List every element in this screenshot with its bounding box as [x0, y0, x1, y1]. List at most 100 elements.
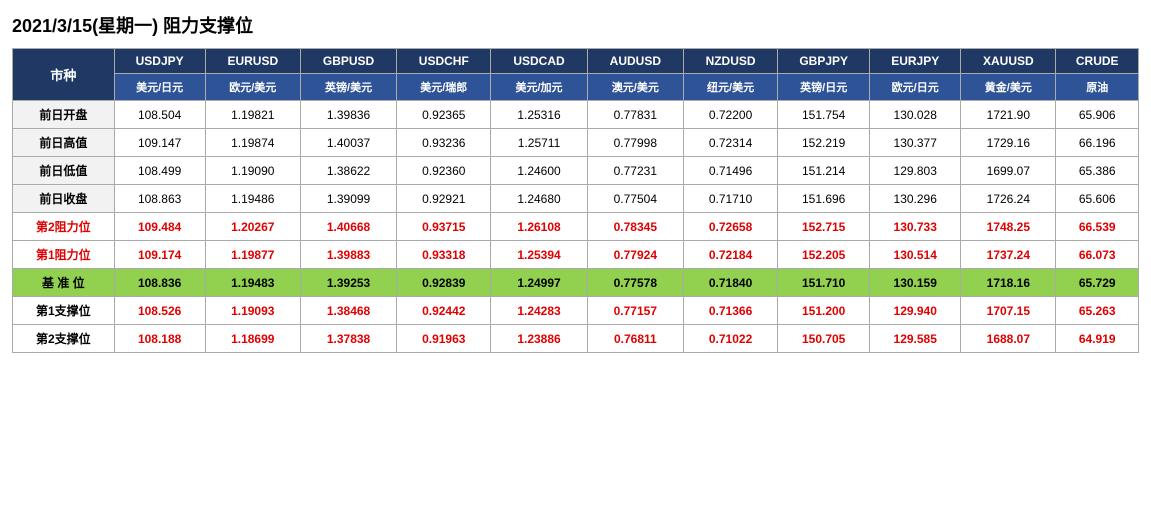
col-sub-gbpusd: 英镑/美元 — [300, 74, 396, 101]
cell-value: 109.147 — [114, 129, 205, 157]
cell-value: 1.23886 — [491, 325, 587, 353]
cell-value: 109.174 — [114, 241, 205, 269]
cell-value: 1.24283 — [491, 297, 587, 325]
cell-value: 129.940 — [870, 297, 961, 325]
cell-value: 66.196 — [1056, 129, 1139, 157]
cell-value: 1.18699 — [205, 325, 300, 353]
cell-value: 108.504 — [114, 101, 205, 129]
cell-value: 151.696 — [778, 185, 870, 213]
col-sub-xauusd: 黄金/美元 — [961, 74, 1056, 101]
cell-value: 151.200 — [778, 297, 870, 325]
table-row: 第1阻力位109.1741.198771.398830.933181.25394… — [13, 241, 1139, 269]
col-header-usdcad: USDCAD — [491, 49, 587, 74]
cell-value: 1718.16 — [961, 269, 1056, 297]
cell-value: 66.073 — [1056, 241, 1139, 269]
row-label: 基 准 位 — [13, 269, 115, 297]
table-row: 第1支撑位108.5261.190931.384680.924421.24283… — [13, 297, 1139, 325]
col-sub-crude: 原油 — [1056, 74, 1139, 101]
cell-value: 130.159 — [870, 269, 961, 297]
cell-value: 1.37838 — [300, 325, 396, 353]
cell-value: 1699.07 — [961, 157, 1056, 185]
row-label: 前日开盘 — [13, 101, 115, 129]
cell-value: 1.19874 — [205, 129, 300, 157]
cell-value: 1.39836 — [300, 101, 396, 129]
cell-value: 109.484 — [114, 213, 205, 241]
cell-value: 0.77924 — [587, 241, 683, 269]
cell-value: 0.93715 — [397, 213, 491, 241]
row-label: 第2支撑位 — [13, 325, 115, 353]
cell-value: 151.754 — [778, 101, 870, 129]
cell-value: 1.25316 — [491, 101, 587, 129]
cell-value: 108.499 — [114, 157, 205, 185]
cell-value: 1.38622 — [300, 157, 396, 185]
table-row: 前日开盘108.5041.198211.398360.923651.253160… — [13, 101, 1139, 129]
cell-value: 1.24997 — [491, 269, 587, 297]
col-sub-nzdusd: 纽元/美元 — [683, 74, 777, 101]
cell-value: 0.77578 — [587, 269, 683, 297]
cell-value: 66.539 — [1056, 213, 1139, 241]
cell-value: 1.39253 — [300, 269, 396, 297]
cell-value: 0.72200 — [683, 101, 777, 129]
cell-value: 1.26108 — [491, 213, 587, 241]
cell-value: 0.77504 — [587, 185, 683, 213]
cell-value: 108.863 — [114, 185, 205, 213]
cell-value: 152.715 — [778, 213, 870, 241]
table-row: 基 准 位108.8361.194831.392530.928391.24997… — [13, 269, 1139, 297]
cell-value: 64.919 — [1056, 325, 1139, 353]
cell-value: 1.20267 — [205, 213, 300, 241]
col-header-gbpjpy: GBPJPY — [778, 49, 870, 74]
cell-value: 65.906 — [1056, 101, 1139, 129]
cell-value: 1.40668 — [300, 213, 396, 241]
cell-value: 108.836 — [114, 269, 205, 297]
cell-value: 0.71496 — [683, 157, 777, 185]
row-label: 前日收盘 — [13, 185, 115, 213]
data-table: 市种 USDJPY EURUSD GBPUSD USDCHF USDCAD AU… — [12, 48, 1139, 353]
cell-value: 129.803 — [870, 157, 961, 185]
cell-value: 1.24680 — [491, 185, 587, 213]
col-sub-usdcad: 美元/加元 — [491, 74, 587, 101]
row-label: 第2阻力位 — [13, 213, 115, 241]
cell-value: 1721.90 — [961, 101, 1056, 129]
cell-value: 65.729 — [1056, 269, 1139, 297]
cell-value: 0.77231 — [587, 157, 683, 185]
cell-value: 0.77157 — [587, 297, 683, 325]
cell-value: 0.77998 — [587, 129, 683, 157]
cell-value: 129.585 — [870, 325, 961, 353]
cell-value: 1688.07 — [961, 325, 1056, 353]
cell-value: 1.19486 — [205, 185, 300, 213]
page-title: 2021/3/15(星期一) 阻力支撑位 — [12, 12, 1139, 38]
header-row-2: 美元/日元 欧元/美元 英镑/美元 美元/瑞郎 美元/加元 澳元/美元 纽元/美… — [13, 74, 1139, 101]
col-sub-usdchf: 美元/瑞郎 — [397, 74, 491, 101]
cell-value: 152.205 — [778, 241, 870, 269]
cell-value: 108.188 — [114, 325, 205, 353]
cell-value: 0.93318 — [397, 241, 491, 269]
cell-value: 1748.25 — [961, 213, 1056, 241]
cell-value: 1707.15 — [961, 297, 1056, 325]
cell-value: 1.38468 — [300, 297, 396, 325]
cell-value: 1737.24 — [961, 241, 1056, 269]
cell-value: 130.296 — [870, 185, 961, 213]
cell-value: 130.514 — [870, 241, 961, 269]
cell-value: 65.606 — [1056, 185, 1139, 213]
table-row: 第2支撑位108.1881.186991.378380.919631.23886… — [13, 325, 1139, 353]
col-header-usdchf: USDCHF — [397, 49, 491, 74]
cell-value: 65.386 — [1056, 157, 1139, 185]
cell-value: 1.19821 — [205, 101, 300, 129]
cell-value: 0.92360 — [397, 157, 491, 185]
cell-value: 0.72184 — [683, 241, 777, 269]
cell-value: 0.71022 — [683, 325, 777, 353]
cell-value: 0.92921 — [397, 185, 491, 213]
col-header-gbpusd: GBPUSD — [300, 49, 396, 74]
row-label: 第1阻力位 — [13, 241, 115, 269]
table-row: 第2阻力位109.4841.202671.406680.937151.26108… — [13, 213, 1139, 241]
cell-value: 1.25711 — [491, 129, 587, 157]
col-header-xauusd: XAUUSD — [961, 49, 1056, 74]
col-header-audusd: AUDUSD — [587, 49, 683, 74]
col-sub-gbpjpy: 英镑/日元 — [778, 74, 870, 101]
cell-value: 1726.24 — [961, 185, 1056, 213]
cell-value: 151.214 — [778, 157, 870, 185]
cell-value: 1.39883 — [300, 241, 396, 269]
col-sub-eurjpy: 欧元/日元 — [870, 74, 961, 101]
col-header-crude: CRUDE — [1056, 49, 1139, 74]
cell-value: 1.19877 — [205, 241, 300, 269]
